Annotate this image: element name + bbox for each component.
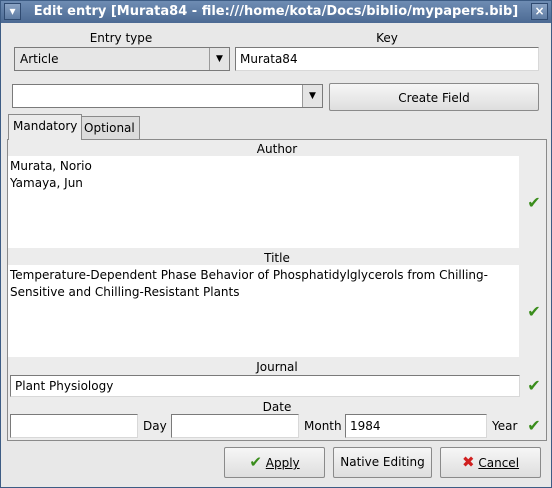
journal-input[interactable]: Plant Physiology	[10, 375, 520, 397]
title-textarea[interactable]: Temperature-Dependent Phase Behavior of …	[8, 265, 519, 357]
window-menu-icon[interactable]: ▾	[4, 3, 21, 20]
cancel-button-label: Cancel	[478, 456, 520, 470]
date-label: Date	[262, 400, 292, 414]
apply-button-label: Apply	[265, 456, 300, 470]
chevron-down-icon[interactable]: ▼	[209, 48, 229, 70]
month-input[interactable]	[171, 414, 299, 438]
title-label: Title	[264, 251, 290, 265]
create-field-button[interactable]: Create Field	[329, 83, 539, 111]
window-title: Edit entry [Murata84 - file:///home/kota…	[33, 4, 519, 19]
date-valid-check-icon: ✔	[527, 416, 541, 435]
window-titlebar[interactable]: ▾ Edit entry [Murata84 - file:///home/ko…	[1, 1, 551, 23]
tab-mandatory[interactable]: Mandatory	[8, 114, 83, 140]
key-label: Key	[376, 31, 398, 45]
cancel-x-icon: ✖	[461, 453, 475, 471]
year-label: Year	[492, 419, 518, 433]
journal-valid-check-icon: ✔	[527, 376, 541, 395]
field-name-combo[interactable]: ▼	[12, 84, 323, 108]
edit-entry-dialog: ▾ Edit entry [Murata84 - file:///home/ko…	[0, 0, 552, 488]
chevron-down-icon[interactable]: ▼	[302, 85, 322, 107]
author-label: Author	[256, 142, 298, 156]
check-icon: ✔	[249, 453, 262, 471]
year-input[interactable]: 1984	[345, 414, 487, 438]
entry-type-value: Article	[20, 52, 59, 66]
entry-type-label: Entry type	[89, 31, 153, 45]
month-label: Month	[304, 419, 342, 433]
tab-optional[interactable]: Optional	[79, 116, 140, 140]
close-window-icon[interactable]: ×	[531, 3, 548, 20]
author-textarea[interactable]: Murata, Norio Yamaya, Jun	[8, 156, 519, 248]
day-label: Day	[143, 419, 167, 433]
apply-button[interactable]: ✔ Apply	[224, 447, 325, 478]
entry-type-select[interactable]: Article ▼	[14, 47, 230, 71]
native-editing-button[interactable]: Native Editing	[333, 447, 432, 478]
title-valid-check-icon: ✔	[527, 302, 541, 321]
cancel-button[interactable]: ✖ Cancel	[440, 447, 541, 478]
key-input[interactable]: Murata84	[235, 47, 539, 71]
journal-label: Journal	[256, 360, 298, 374]
day-input[interactable]	[10, 414, 138, 438]
mandatory-panel: Author Murata, Norio Yamaya, Jun ✔ Title…	[7, 139, 547, 441]
author-valid-check-icon: ✔	[527, 193, 541, 212]
